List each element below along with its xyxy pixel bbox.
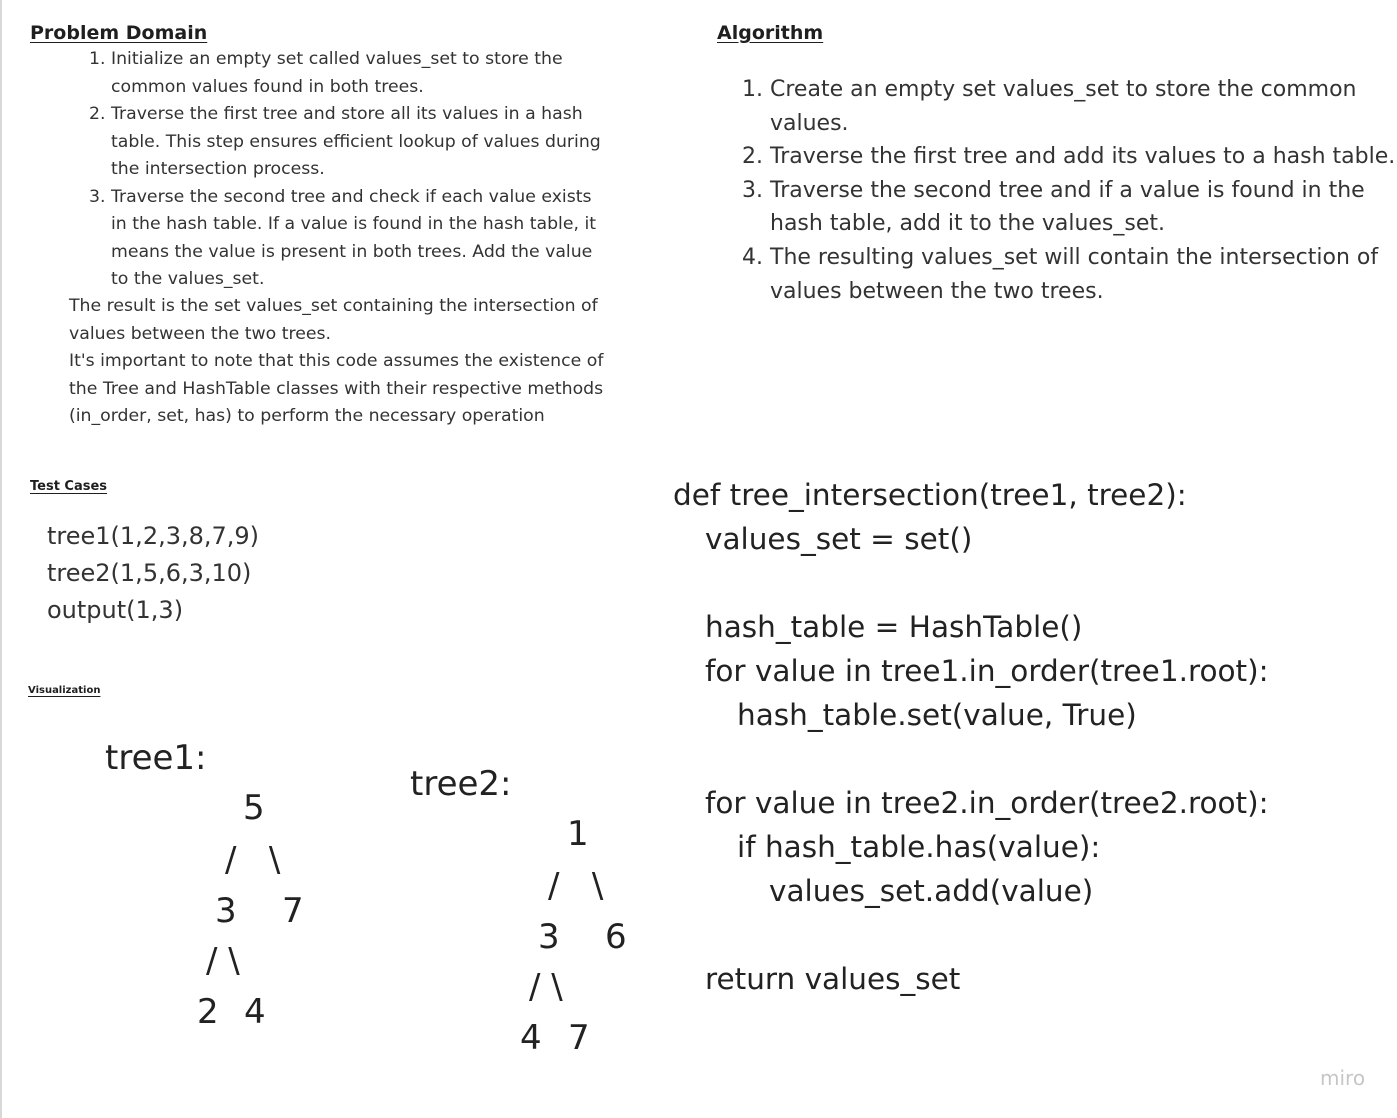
problem-domain-result-note: The result is the set values_set contain… xyxy=(69,296,598,344)
problem-domain-step: Initialize an empty set called values_se… xyxy=(111,46,611,101)
tree2-leaf-right: 7 xyxy=(568,1018,590,1058)
test-case-line: output(1,3) xyxy=(47,596,184,624)
code-line-set-value: hash_table.set(value, True) xyxy=(737,698,1137,732)
tree2-branch-level2: / \ xyxy=(529,967,563,1007)
test-cases-heading: Test Cases xyxy=(30,479,108,494)
algorithm-step: Traverse the first tree and add its valu… xyxy=(770,140,1397,174)
tree1-branch-level2: / \ xyxy=(206,941,240,981)
algorithm-step: Create an empty set values_set to store … xyxy=(770,73,1397,140)
tree2-root-node: 1 xyxy=(567,814,589,854)
code-line-add-value: values_set.add(value) xyxy=(769,874,1094,908)
miro-watermark: miro xyxy=(1320,1066,1366,1090)
code-line-if-has: if hash_table.has(value): xyxy=(737,830,1101,864)
tree2-node-left: 3 xyxy=(538,917,560,957)
algorithm-step: Traverse the second tree and if a value … xyxy=(770,174,1397,241)
tree1-root-node: 5 xyxy=(243,788,265,828)
problem-domain-steps: Initialize an empty set called values_se… xyxy=(90,46,611,294)
problem-domain-step: Traverse the second tree and check if ea… xyxy=(111,184,611,294)
tree2-label: tree2: xyxy=(410,764,512,804)
algorithm-step: The resulting values_set will contain th… xyxy=(770,241,1397,308)
algorithm-heading: Algorithm xyxy=(717,22,824,44)
test-case-line: tree2(1,5,6,3,10) xyxy=(47,559,252,587)
code-line-values-set: values_set = set() xyxy=(705,522,973,556)
tree1-node-right: 7 xyxy=(282,891,304,931)
board-left-edge xyxy=(0,0,2,1118)
visualization-heading: Visualization xyxy=(28,685,101,696)
tree1-branch-level1: / \ xyxy=(225,840,281,880)
tree1-label: tree1: xyxy=(105,738,207,778)
tree1-leaf-right: 4 xyxy=(244,992,266,1032)
code-line-for-tree2: for value in tree2.in_order(tree2.root): xyxy=(705,786,1269,820)
tree2-branch-level1: / \ xyxy=(548,866,604,906)
code-line-for-tree1: for value in tree1.in_order(tree1.root): xyxy=(705,654,1269,688)
algorithm-steps: Create an empty set values_set to store … xyxy=(744,73,1397,308)
code-line-hash-table: hash_table = HashTable() xyxy=(705,610,1083,644)
problem-domain-step: Traverse the first tree and store all it… xyxy=(111,101,611,184)
tree2-leaf-left: 4 xyxy=(520,1018,542,1058)
tree1-node-left: 3 xyxy=(215,891,237,931)
tree2-node-right: 6 xyxy=(605,917,627,957)
code-line-def: def tree_intersection(tree1, tree2): xyxy=(673,478,1187,512)
code-line-return: return values_set xyxy=(705,962,961,996)
problem-domain-heading: Problem Domain xyxy=(30,22,208,44)
test-case-line: tree1(1,2,3,8,7,9) xyxy=(47,522,260,550)
tree1-leaf-left: 2 xyxy=(197,992,219,1032)
problem-domain-assumption-note: It's important to note that this code as… xyxy=(69,351,604,426)
